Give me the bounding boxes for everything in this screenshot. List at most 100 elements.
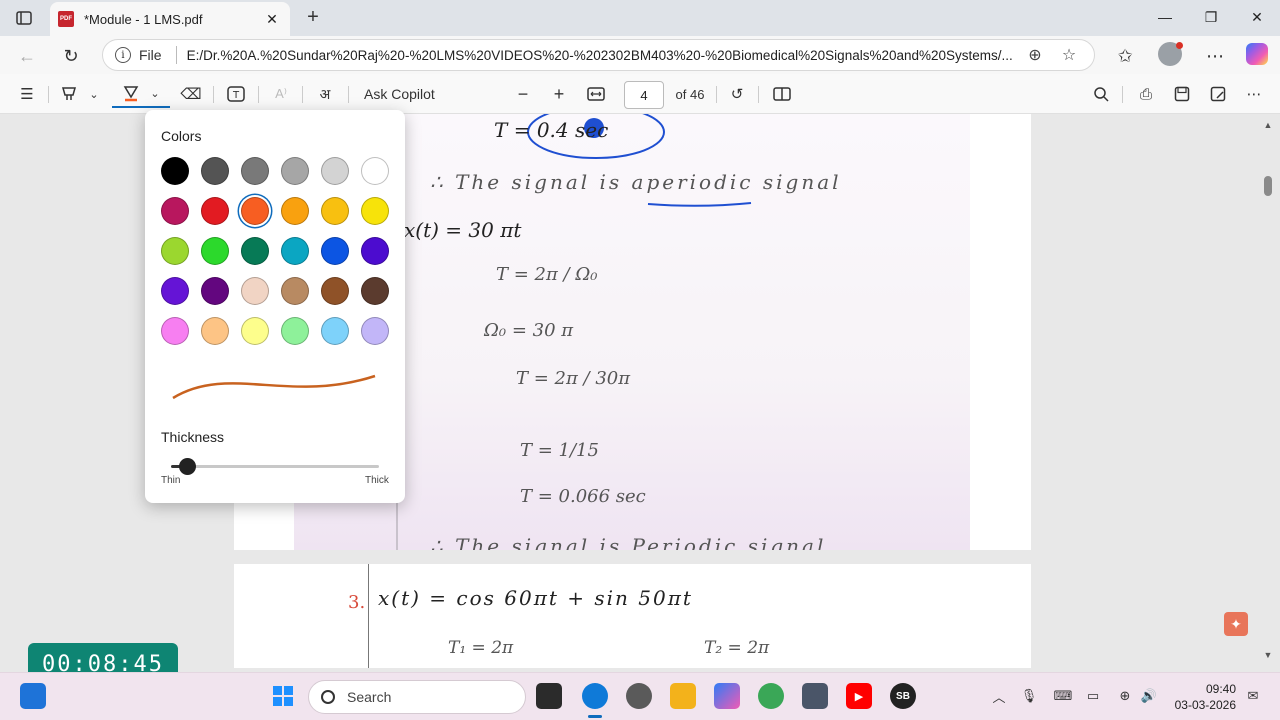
more-options-icon[interactable]: ⋯ xyxy=(1202,43,1228,69)
color-swatch[interactable] xyxy=(281,277,309,305)
active-tab[interactable]: PDF *Module - 1 LMS.pdf ✕ xyxy=(50,2,290,36)
colors-heading: Colors xyxy=(161,128,202,144)
color-swatch[interactable] xyxy=(201,197,229,225)
close-window-icon[interactable]: ✕ xyxy=(1234,0,1280,34)
color-swatch[interactable] xyxy=(241,197,269,225)
zoom-in-button[interactable]: + xyxy=(548,82,570,106)
taskbar-search[interactable]: Search xyxy=(308,680,526,714)
favorite-star-icon[interactable]: ☆ xyxy=(1056,45,1082,65)
favorites-icon[interactable]: ✩ xyxy=(1112,43,1138,69)
print-icon[interactable]: ⎙ xyxy=(1134,82,1158,106)
color-swatch[interactable] xyxy=(161,277,189,305)
color-swatch[interactable] xyxy=(161,237,189,265)
microphone-icon[interactable]: 🎙 xyxy=(1020,687,1038,705)
zoom-icon[interactable]: ⊕ xyxy=(1022,45,1048,65)
keyboard-icon[interactable]: ⌨ xyxy=(1054,687,1073,705)
system-clock[interactable]: 09:40 03-03-2026 xyxy=(1172,681,1236,713)
acrobat-icon[interactable]: ✦ xyxy=(1224,612,1248,636)
color-swatch[interactable] xyxy=(201,317,229,345)
color-swatch[interactable] xyxy=(361,317,389,345)
handwritten-line: Ω₀ = 30 π xyxy=(484,320,574,341)
network-globe-icon[interactable]: ⊕ xyxy=(1116,687,1134,705)
translate-icon[interactable]: अ xyxy=(312,82,338,106)
file-label: File xyxy=(139,47,162,63)
scroll-up-arrow-icon[interactable]: ▲ xyxy=(1262,120,1274,132)
file-explorer-icon[interactable] xyxy=(670,683,696,709)
color-swatch[interactable] xyxy=(241,277,269,305)
notifications-icon[interactable]: ✉ xyxy=(1244,687,1262,705)
copilot-app-icon[interactable] xyxy=(714,683,740,709)
color-swatch[interactable] xyxy=(281,197,309,225)
color-swatch[interactable] xyxy=(281,317,309,345)
task-view-icon[interactable] xyxy=(536,683,562,709)
copilot-icon[interactable] xyxy=(1246,43,1268,65)
color-swatch[interactable] xyxy=(281,157,309,185)
color-swatch[interactable] xyxy=(201,237,229,265)
scrollbar-thumb[interactable] xyxy=(1264,176,1272,196)
remote-app-icon[interactable] xyxy=(802,683,828,709)
restore-icon[interactable]: ❐ xyxy=(1188,0,1234,34)
page-view-icon[interactable] xyxy=(770,82,794,106)
start-windows-icon[interactable] xyxy=(270,683,296,709)
search-icon[interactable] xyxy=(1090,82,1112,106)
recorder-app-icon[interactable] xyxy=(626,683,652,709)
handwritten-line: T = 2π / 30π xyxy=(516,368,631,389)
highlight-icon[interactable] xyxy=(58,82,80,106)
minimize-icon[interactable]: — xyxy=(1142,0,1188,34)
fit-width-icon[interactable] xyxy=(584,82,608,106)
tab-actions-icon[interactable] xyxy=(10,6,38,30)
zoom-out-button[interactable]: − xyxy=(512,82,534,106)
color-swatch[interactable] xyxy=(361,157,389,185)
highlight-chevron-down-icon[interactable]: ⌄ xyxy=(86,82,102,106)
show-hidden-icons-chevron-up-icon[interactable]: ︿ xyxy=(990,687,1008,705)
color-swatch[interactable] xyxy=(241,237,269,265)
color-swatch[interactable] xyxy=(161,317,189,345)
color-swatch[interactable] xyxy=(321,237,349,265)
color-swatch[interactable] xyxy=(161,157,189,185)
text-box-icon[interactable]: T xyxy=(224,82,248,106)
save-icon[interactable] xyxy=(1170,82,1194,106)
color-swatch[interactable] xyxy=(361,277,389,305)
color-swatch[interactable] xyxy=(321,317,349,345)
color-swatch[interactable] xyxy=(321,277,349,305)
thickness-slider-track[interactable] xyxy=(179,465,379,468)
color-swatch[interactable] xyxy=(241,317,269,345)
toolbar-divider xyxy=(213,86,214,103)
edge-browser-icon[interactable] xyxy=(582,683,608,709)
contents-list-icon[interactable]: ☰ xyxy=(16,82,38,106)
widgets-icon[interactable] xyxy=(20,683,46,709)
scroll-down-arrow-icon[interactable]: ▼ xyxy=(1262,650,1274,662)
page-number-input[interactable]: 4 xyxy=(624,81,664,109)
color-swatch[interactable] xyxy=(161,197,189,225)
color-swatch[interactable] xyxy=(361,237,389,265)
address-bar[interactable]: i File E:/Dr.%20A.%20Sundar%20Raj%20-%20… xyxy=(102,39,1095,71)
save-as-icon[interactable] xyxy=(1206,82,1230,106)
chrome-icon[interactable] xyxy=(758,683,784,709)
read-aloud-icon[interactable]: A⁾ xyxy=(270,82,292,106)
color-swatch[interactable] xyxy=(321,157,349,185)
volume-icon[interactable]: 🔊 xyxy=(1140,687,1158,705)
sb-app-icon[interactable]: SB xyxy=(890,683,916,709)
color-swatch[interactable] xyxy=(241,157,269,185)
color-swatch[interactable] xyxy=(201,157,229,185)
toolbar-divider xyxy=(48,86,49,103)
color-swatch[interactable] xyxy=(361,197,389,225)
color-swatch[interactable] xyxy=(201,277,229,305)
ask-copilot-button[interactable]: Ask Copilot xyxy=(364,82,444,106)
draw-tool-button[interactable]: ⌄ xyxy=(112,80,170,108)
youtube-icon[interactable]: ▶ xyxy=(846,683,872,709)
refresh-icon[interactable]: ↻ xyxy=(58,43,84,69)
thickness-slider-handle[interactable] xyxy=(179,458,196,475)
rotate-icon[interactable]: ↺ xyxy=(726,82,748,106)
plus-icon[interactable]: + xyxy=(302,6,324,28)
info-icon[interactable]: i xyxy=(115,47,131,63)
tab-close-icon[interactable]: ✕ xyxy=(262,11,282,28)
pdf-icon: PDF xyxy=(58,11,74,27)
back-arrow-icon[interactable]: ← xyxy=(14,43,40,69)
battery-icon[interactable]: ▭ xyxy=(1084,687,1102,705)
url-text[interactable]: E:/Dr.%20A.%20Sundar%20Raj%20-%20LMS%20V… xyxy=(187,48,1014,63)
color-swatch[interactable] xyxy=(281,237,309,265)
eraser-icon[interactable]: ⌫ xyxy=(180,82,202,106)
more-tools-icon[interactable]: ⋯ xyxy=(1242,82,1266,106)
color-swatch[interactable] xyxy=(321,197,349,225)
